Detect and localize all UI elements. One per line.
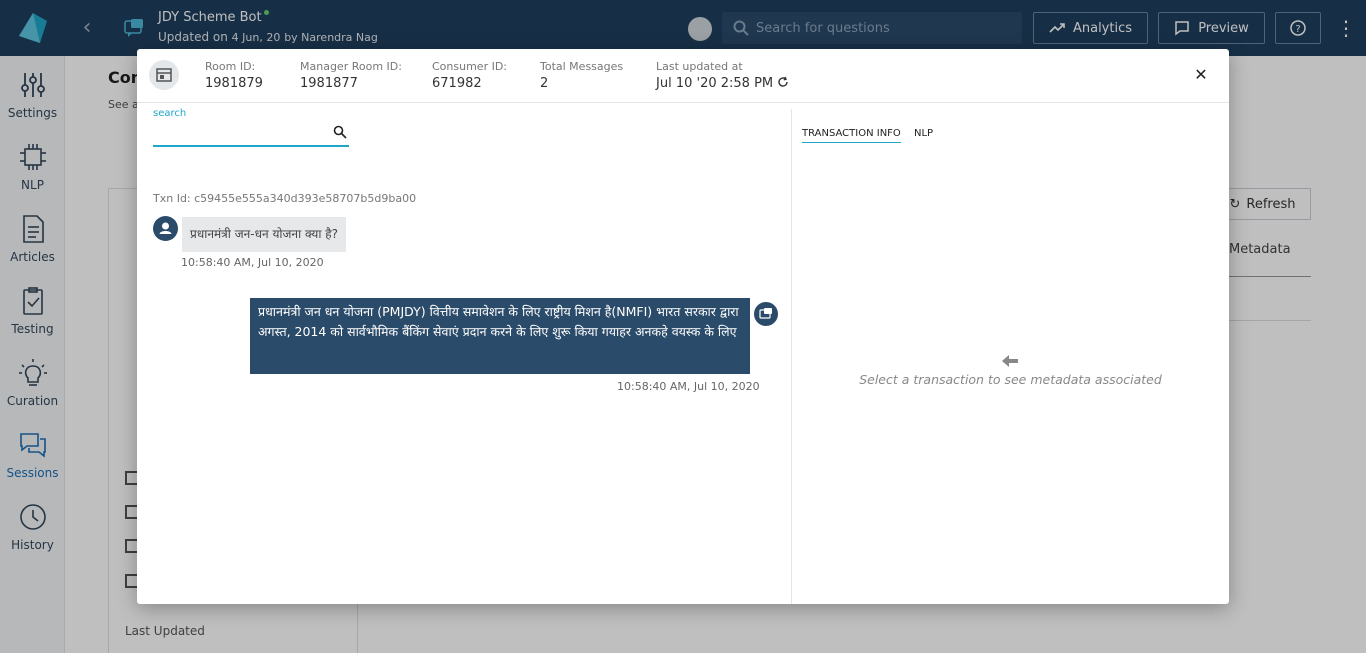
manager-room-id-value: 1981877 (300, 76, 358, 91)
manager-room-id-label: Manager Room ID: (300, 60, 402, 73)
last-updated-value: Jul 10 '20 2:58 PM (656, 76, 774, 91)
search-icon[interactable] (333, 125, 347, 139)
room-id-value: 1981879 (205, 76, 263, 91)
tab-nlp[interactable]: NLP (914, 128, 933, 142)
modal-header: Room ID: 1981879 Manager Room ID: 198187… (137, 49, 1229, 103)
room-id: Room ID: 1981879 (205, 60, 263, 91)
metadata-pane: TRANSACTION INFO NLP Select a transactio… (792, 104, 1229, 604)
manager-room-id: Manager Room ID: 1981877 (300, 60, 402, 91)
last-updated: Last updated at Jul 10 '20 2:58 PM (656, 60, 789, 91)
consumer-id: Consumer ID: 671982 (432, 60, 507, 91)
last-updated-row: Jul 10 '20 2:58 PM (656, 76, 789, 91)
search-input[interactable] (153, 121, 323, 145)
consumer-id-label: Consumer ID: (432, 60, 508, 73)
session-window-icon (149, 60, 179, 90)
arrow-left-icon (1002, 355, 1018, 367)
close-icon[interactable]: ✕ (1192, 66, 1210, 84)
bot-avatar (754, 302, 778, 326)
bot-chat-icon (759, 308, 772, 319)
person-icon (159, 222, 172, 234)
total-messages-label: Total Messages (540, 60, 624, 73)
user-avatar (153, 216, 178, 241)
last-updated-label: Last updated at (656, 60, 743, 73)
empty-metadata-message: Select a transaction to see metadata ass… (859, 372, 1162, 387)
conversation-search (153, 121, 349, 147)
total-messages-value: 2 (540, 76, 549, 91)
transaction-id[interactable]: Txn Id: c59455e555a340d393e58707b5d9ba00 (153, 192, 416, 205)
tab-transaction-info[interactable]: TRANSACTION INFO (802, 128, 901, 143)
total-messages: Total Messages 2 (540, 60, 623, 91)
user-message-bubble[interactable]: प्रधानमंत्री जन-धन योजना क्या है? (182, 217, 347, 252)
consumer-id-value: 671982 (432, 76, 482, 91)
search-label: search (153, 108, 187, 119)
bot-message-time: 10:58:40 AM, Jul 10, 2020 (617, 380, 760, 393)
user-message-time: 10:58:40 AM, Jul 10, 2020 (181, 256, 324, 269)
conversation-pane: search Txn Id: c59455e555a340d393e58707b… (137, 104, 791, 604)
bot-message-bubble[interactable]: प्रधानमंत्री जन धन योजना (PMJDY) वित्तीय… (250, 298, 750, 374)
room-id-label: Room ID: (205, 60, 256, 73)
refresh-icon[interactable] (777, 76, 789, 88)
session-detail-modal: Room ID: 1981879 Manager Room ID: 198187… (137, 49, 1229, 604)
